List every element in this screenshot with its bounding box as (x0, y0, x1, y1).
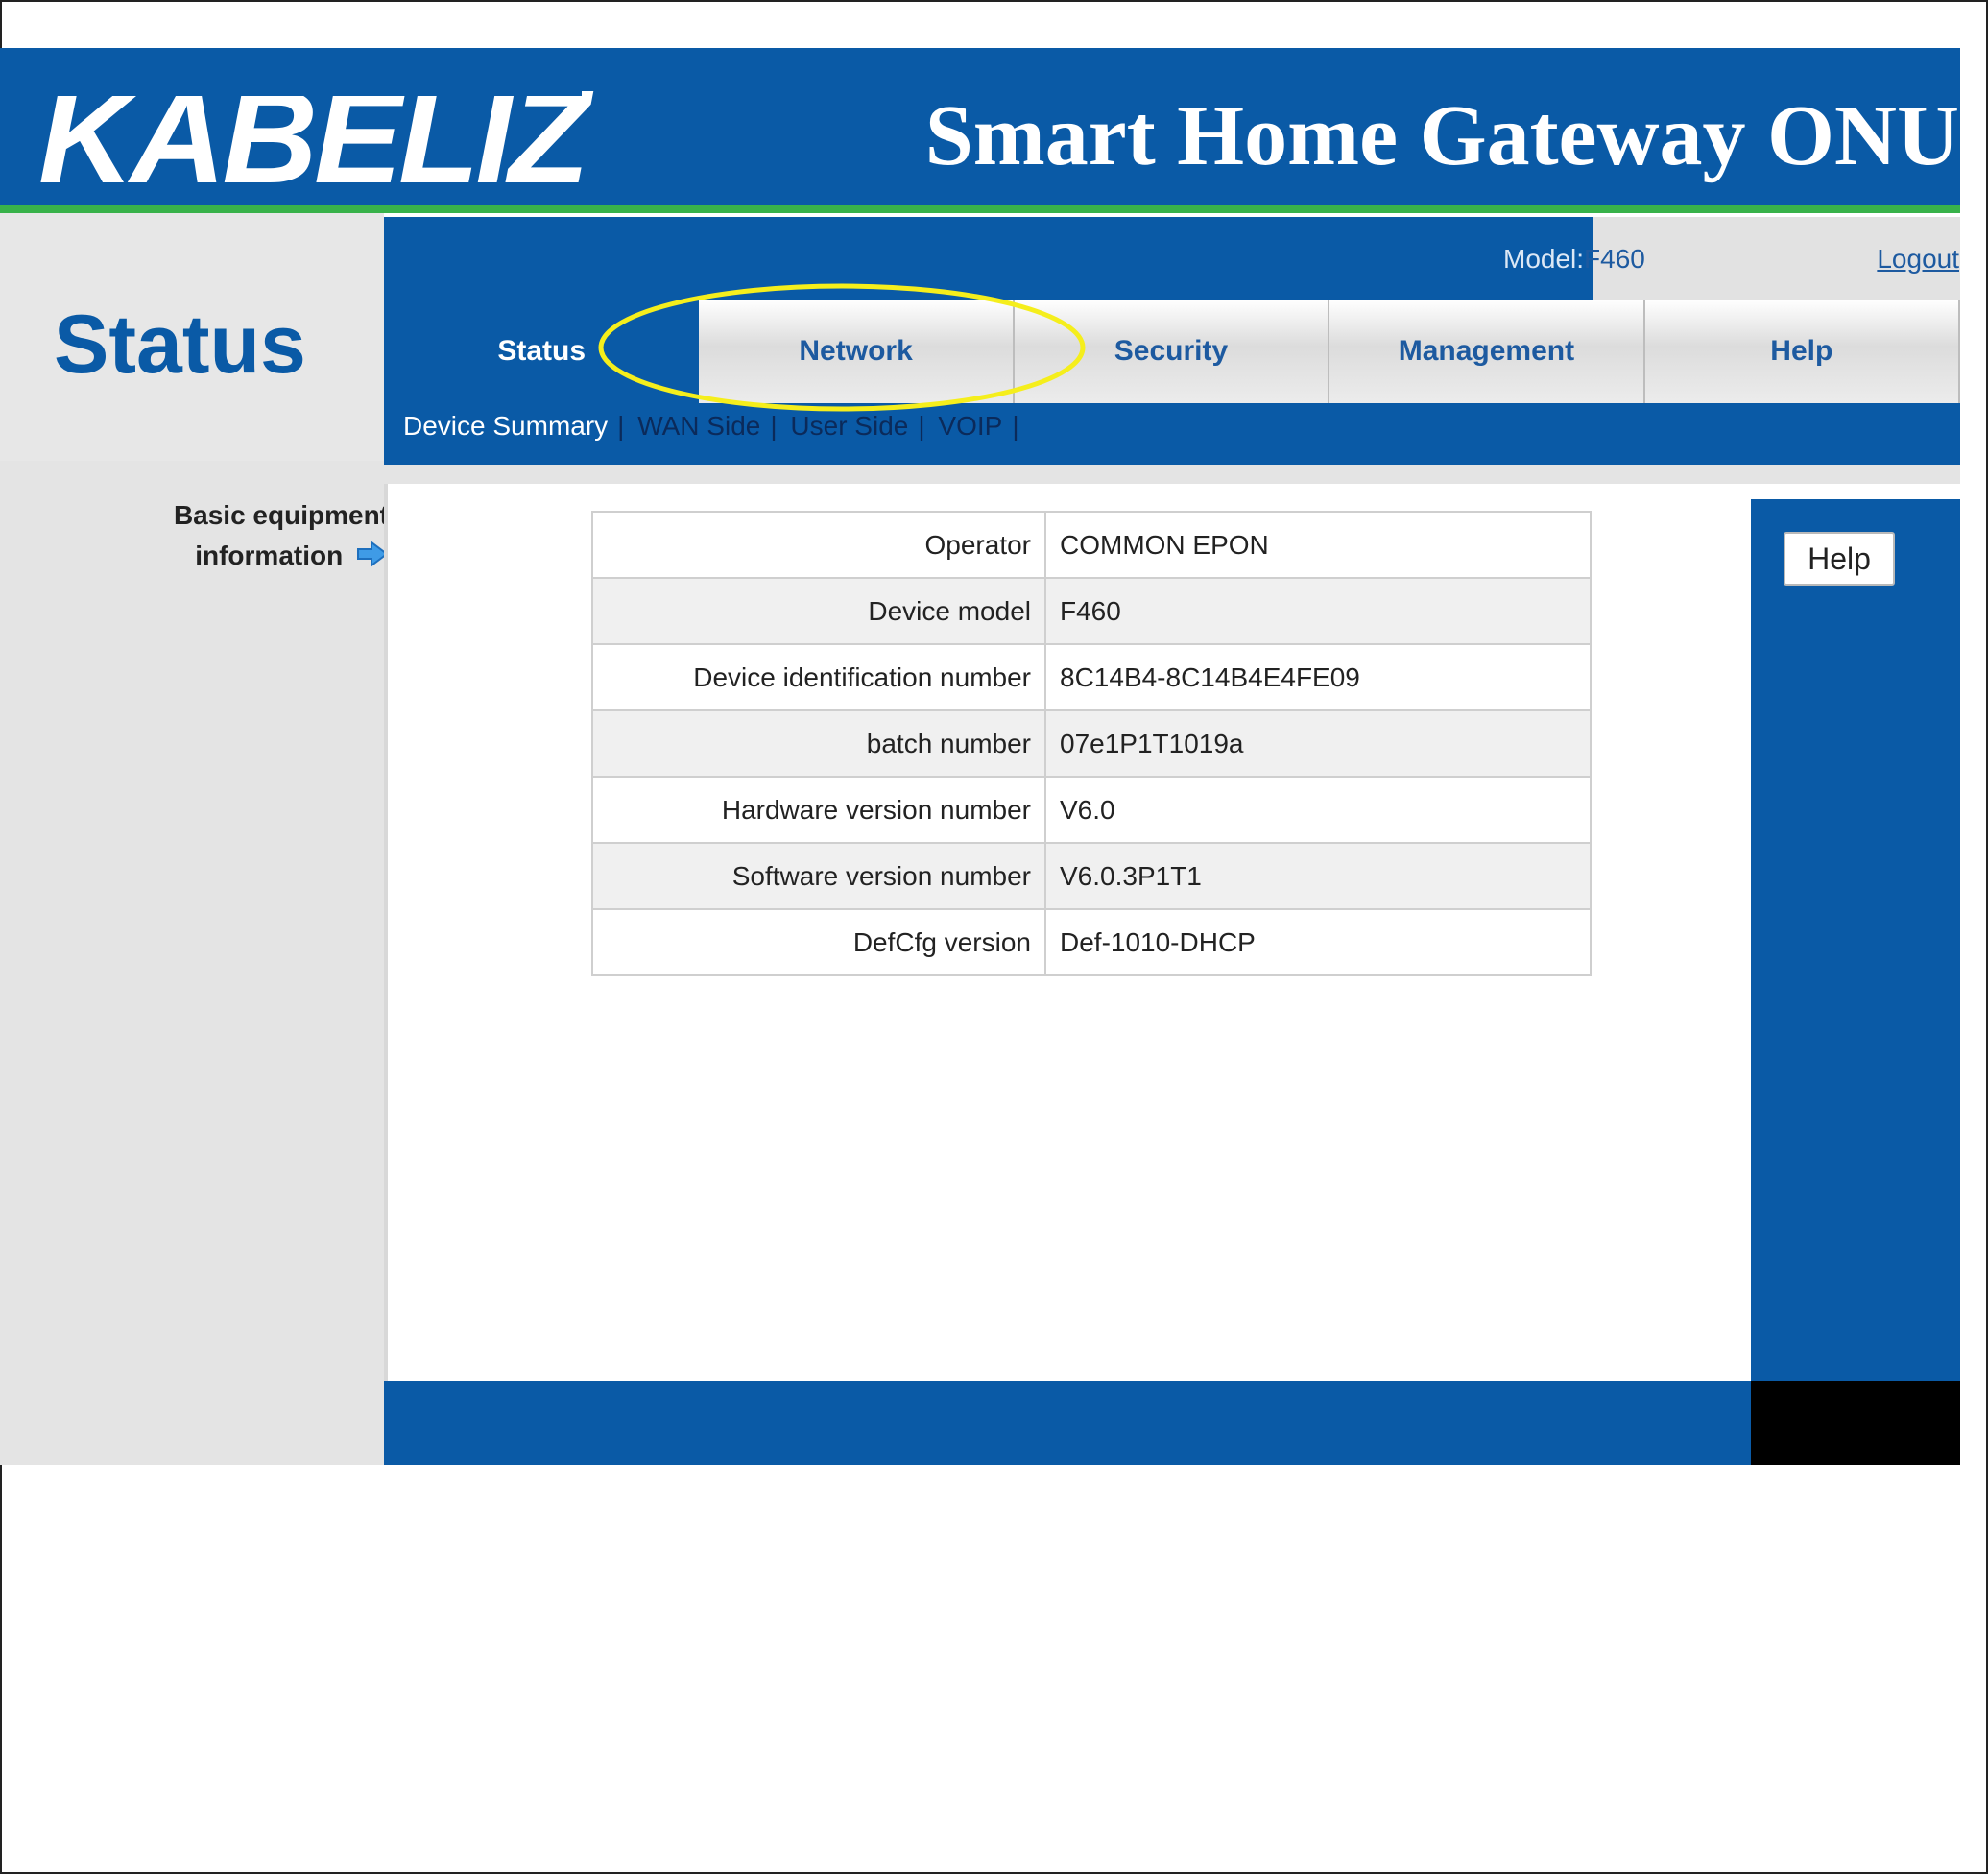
sidebar-item-label-line1: Basic equipment (173, 500, 389, 530)
table-row: Device identification number 8C14B4-8C14… (591, 643, 1592, 711)
info-key: Operator (591, 511, 1046, 579)
info-value: COMMON EPON (1044, 511, 1592, 579)
sidebar-item-label-line2: information (195, 541, 344, 570)
footer-bar (384, 1381, 1751, 1465)
logo-stripes (35, 69, 582, 113)
info-value: Def-1010-DHCP (1044, 908, 1592, 976)
page-banner-title: Smart Home Gateway ONU (924, 88, 1959, 183)
tab-help[interactable]: Help (1644, 300, 1960, 403)
subnav-separator: | (770, 411, 778, 441)
sub-navigation: Device Summary | WAN Side | User Side | VOI… (403, 411, 1025, 442)
help-button[interactable]: Help (1784, 532, 1895, 586)
table-row: Operator COMMON EPON (591, 511, 1592, 579)
model-value: F460 (1584, 244, 1645, 274)
content-divider (384, 465, 1960, 484)
subtab-user-side[interactable]: User Side (790, 411, 908, 441)
tab-security[interactable]: Security (1014, 300, 1330, 403)
main-tabs: Status Network Security Management Help (384, 300, 1960, 403)
info-value: V6.0 (1044, 776, 1592, 844)
model-label: Model: (1503, 244, 1585, 274)
tab-network[interactable]: Network (699, 300, 1015, 403)
help-panel (1751, 499, 1960, 1381)
tab-management[interactable]: Management (1329, 300, 1645, 403)
page-title: Status (54, 299, 306, 391)
footer-right (1751, 1381, 1960, 1465)
info-key: Software version number (591, 842, 1046, 910)
subtab-wan-side[interactable]: WAN Side (637, 411, 760, 441)
info-key: Hardware version number (591, 776, 1046, 844)
device-info-table: Operator COMMON EPON Device model F460 D… (591, 511, 1592, 976)
info-key: DefCfg version (591, 908, 1046, 976)
info-key: batch number (591, 709, 1046, 778)
footer-left (0, 1381, 384, 1465)
subnav-separator: | (1012, 411, 1019, 441)
logout-link[interactable]: Logout (1877, 244, 1959, 275)
table-row: Software version number V6.0.3P1T1 (591, 842, 1592, 910)
info-value: F460 (1044, 577, 1592, 645)
table-row: Device model F460 (591, 577, 1592, 645)
info-value: V6.0.3P1T1 (1044, 842, 1592, 910)
sidebar-item-basic-equipment-information[interactable]: Basic equipment information (101, 495, 389, 576)
subtab-device-summary[interactable]: Device Summary (403, 411, 608, 441)
device-model-indicator: Model:F460 (1503, 244, 1645, 275)
subtab-voip[interactable]: VOIP (938, 411, 1002, 441)
info-value: 8C14B4-8C14B4E4FE09 (1044, 643, 1592, 711)
info-value: 07e1P1T1019a (1044, 709, 1592, 778)
left-sidebar (0, 461, 384, 1465)
subnav-separator: | (918, 411, 925, 441)
tab-status[interactable]: Status (384, 300, 700, 403)
info-key: Device model (591, 577, 1046, 645)
table-row: Hardware version number V6.0 (591, 776, 1592, 844)
table-row: batch number 07e1P1T1019a (591, 709, 1592, 778)
table-row: DefCfg version Def-1010-DHCP (591, 908, 1592, 976)
subnav-separator: | (617, 411, 625, 441)
info-key: Device identification number (591, 643, 1046, 711)
